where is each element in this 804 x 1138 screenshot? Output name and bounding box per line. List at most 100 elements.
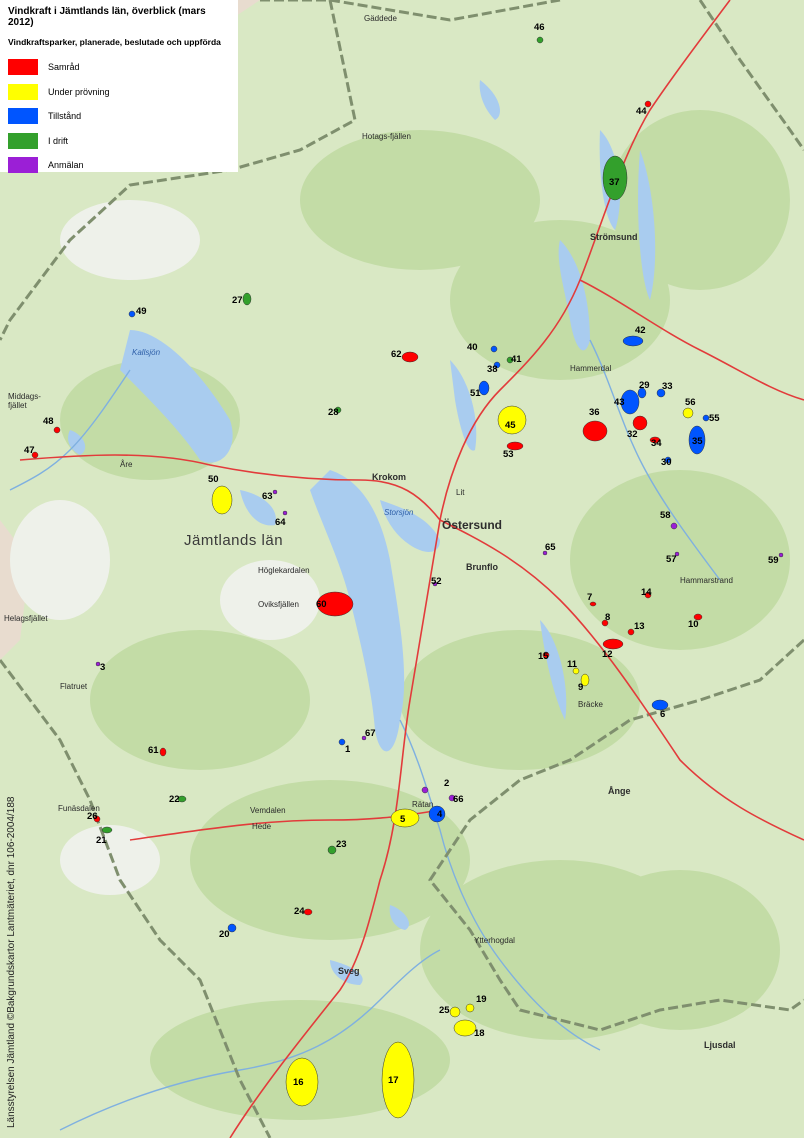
wind-site-label-67: 67 [365,728,376,739]
wind-site-label-11: 11 [567,659,578,670]
wind-site-label-8: 8 [605,612,610,623]
wind-site-label-65: 65 [545,542,556,553]
wind-site-12 [602,638,624,650]
wind-site-label-18: 18 [474,1028,485,1039]
wind-site-label-22: 22 [169,794,180,805]
legend-item-tillstand: Tillstånd [8,104,230,129]
legend-swatch-under-provning [8,83,38,100]
wind-site-25 [449,1006,461,1018]
legend-swatch-tillstand [8,108,38,125]
map-credit: Länsstyrelsen Jämtland ©Bakgrundskartor … [6,796,17,1128]
legend-item-anmalan: Anmälan [8,153,230,178]
legend-label-under-provning: Under prövning [48,86,110,97]
wind-site-36 [582,420,608,442]
wind-site-label-20: 20 [219,929,230,940]
wind-site-label-52: 52 [431,576,442,587]
wind-site-23 [327,845,337,855]
wind-site-49 [128,310,136,318]
legend-swatch-anmalan [8,157,38,174]
wind-site-27 [242,292,252,306]
wind-site-label-42: 42 [635,325,646,336]
wind-site-label-2: 2 [444,778,449,789]
wind-site-42 [622,335,644,347]
legend-label-samrad: Samråd [48,62,80,73]
wind-site-label-29: 29 [639,380,650,391]
wind-site-58 [670,522,678,530]
wind-site-label-15: 15 [538,651,549,662]
wind-site-label-3: 3 [100,662,105,673]
wind-site-label-59: 59 [768,555,779,566]
wind-site-label-12: 12 [602,649,613,660]
wind-site-label-56: 56 [685,397,696,408]
wind-site-label-17: 17 [388,1075,399,1086]
wind-site-label-9: 9 [578,682,583,693]
wind-site-label-13: 13 [634,621,645,632]
wind-site-label-36: 36 [589,407,600,418]
wind-site-24 [303,908,313,916]
wind-site-label-47: 47 [24,445,35,456]
wind-site-2 [421,786,429,794]
legend-swatch-i-drift [8,132,38,149]
wind-site-label-64: 64 [275,517,286,528]
wind-site-56 [682,407,694,419]
wind-site-label-26: 26 [87,811,98,822]
wind-site-63 [272,489,278,495]
wind-site-19 [465,1003,475,1013]
wind-site-label-7: 7 [587,592,592,603]
wind-site-label-62: 62 [391,349,402,360]
wind-site-label-63: 63 [262,491,273,502]
wind-site-18 [453,1019,477,1037]
wind-site-48 [53,426,61,434]
wind-site-label-50: 50 [208,474,219,485]
wind-site-label-51: 51 [470,388,481,399]
legend-label-i-drift: I drift [48,135,69,146]
wind-site-label-25: 25 [439,1005,450,1016]
wind-site-label-48: 48 [43,416,54,427]
wind-site-label-16: 16 [293,1077,304,1088]
wind-site-label-30: 30 [661,457,672,468]
wind-site-label-32: 32 [627,429,638,440]
wind-site-label-46: 46 [534,22,545,33]
wind-site-label-58: 58 [660,510,671,521]
wind-site-59 [778,552,784,558]
wind-site-64 [282,510,288,516]
wind-site-label-60: 60 [316,599,327,610]
legend-swatch-samrad [8,59,38,76]
wind-site-label-1: 1 [345,744,351,755]
wind-site-label-28: 28 [328,407,339,418]
wind-site-label-57: 57 [666,554,677,565]
wind-site-label-4: 4 [437,809,443,820]
wind-site-label-45: 45 [505,420,516,431]
wind-site-label-53: 53 [503,449,514,460]
legend-item-under-provning: Under prövning [8,80,230,105]
legend-item-i-drift: I drift [8,129,230,154]
wind-site-label-6: 6 [660,709,665,720]
wind-site-label-24: 24 [294,906,305,917]
wind-site-label-55: 55 [709,413,720,424]
wind-site-label-23: 23 [336,839,347,850]
wind-site-label-40: 40 [467,342,478,353]
wind-site-label-66: 66 [453,794,464,805]
wind-site-label-44: 44 [636,106,647,117]
wind-site-label-38: 38 [487,364,498,375]
wind-site-label-41: 41 [511,354,522,365]
legend-label-anmalan: Anmälan [48,160,84,171]
wind-site-label-33: 33 [662,381,673,392]
map-title: Vindkraft i Jämtlands län, överblick (ma… [8,6,206,28]
legend-item-samrad: Samråd [8,55,230,80]
wind-site-label-43: 43 [614,397,625,408]
wind-site-label-61: 61 [148,745,159,756]
wind-site-32 [632,415,648,431]
wind-site-21 [101,826,113,834]
wind-site-62 [401,351,419,363]
legend-subtitle: Vindkraftsparker, planerade, beslutade o… [8,37,221,47]
wind-site-label-14: 14 [641,587,652,598]
wind-site-label-35: 35 [692,436,703,447]
legend-label-tillstand: Tillstånd [48,111,82,122]
wind-site-label-10: 10 [688,619,699,630]
wind-site-40 [490,345,498,353]
wind-site-label-34: 34 [651,438,662,449]
wind-site-label-21: 21 [96,835,107,846]
wind-site-46 [536,36,544,44]
wind-site-61 [159,747,167,757]
